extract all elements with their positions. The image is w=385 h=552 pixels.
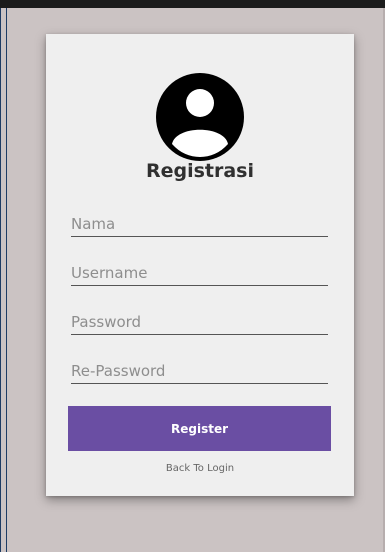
register-button[interactable]: Register <box>68 406 331 451</box>
user-avatar-icon <box>156 73 244 161</box>
window-left-edge <box>0 8 7 552</box>
password-field[interactable] <box>71 310 328 335</box>
registration-card: Registrasi Register Back To Login <box>46 34 354 496</box>
user-circle-icon <box>156 73 244 161</box>
back-to-login-link[interactable]: Back To Login <box>46 463 354 474</box>
page-title: Registrasi <box>145 160 255 182</box>
nama-field[interactable] <box>71 212 328 237</box>
re-password-field[interactable] <box>71 359 328 384</box>
window-top-bar <box>0 0 385 8</box>
username-field[interactable] <box>71 261 328 286</box>
